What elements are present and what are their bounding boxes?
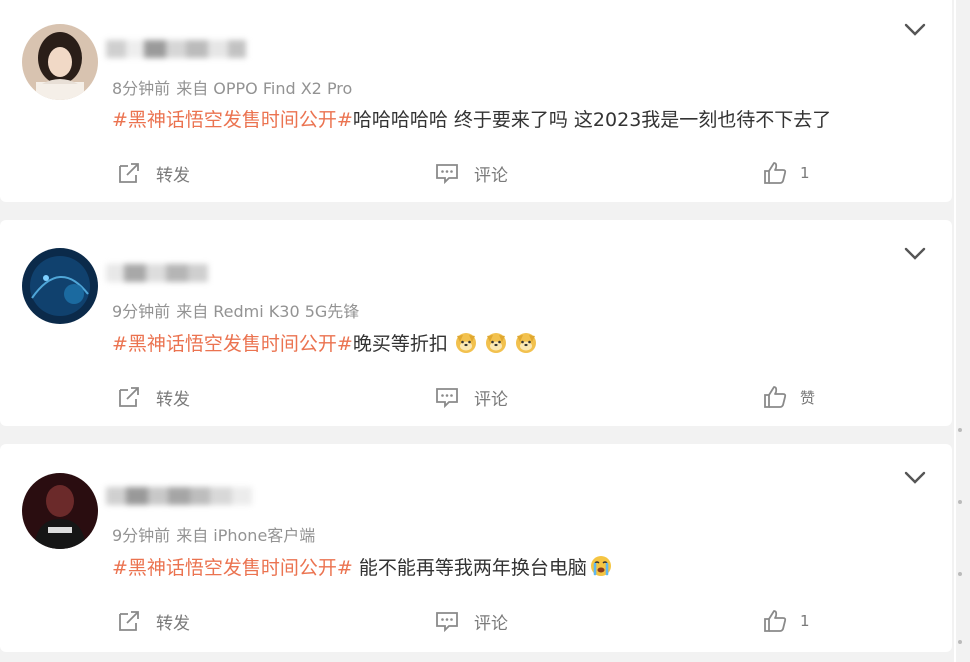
doge-emoji xyxy=(448,333,478,355)
repost-label: 转发 xyxy=(156,165,190,186)
chevron-down-icon[interactable] xyxy=(904,470,926,484)
username-redacted[interactable] xyxy=(106,485,252,507)
post-card: 转发 评论 1 xyxy=(0,0,952,202)
post-card: 转发 评论 1 xyxy=(0,444,952,652)
like-button[interactable]: 1 xyxy=(762,158,810,188)
scrollbar[interactable] xyxy=(954,0,970,662)
topic-link[interactable]: #黑神话悟空发售时间公开# xyxy=(112,109,353,131)
post-actions: 转发 评论 1 xyxy=(0,606,952,636)
thumbs-up-icon xyxy=(764,162,787,184)
post-actions: 转发 评论 赞 xyxy=(0,382,952,412)
scroll-dot xyxy=(958,428,962,432)
like-button[interactable]: 1 xyxy=(762,606,810,636)
post-card: 转发 评论 赞 xyxy=(0,220,952,426)
comment-label: 评论 xyxy=(474,165,508,186)
post-meta: 8分钟前 来自 OPPO Find X2 Pro xyxy=(112,75,352,99)
thumbs-up-icon xyxy=(764,610,787,632)
comment-label: 评论 xyxy=(474,389,508,410)
scroll-dot xyxy=(958,500,962,504)
like-count: 1 xyxy=(800,612,810,630)
scroll-dot xyxy=(958,640,962,644)
like-label: 赞 xyxy=(800,388,816,407)
share-icon xyxy=(119,611,139,631)
post-body: 晚买等折扣 xyxy=(352,333,448,355)
repost-label: 转发 xyxy=(156,389,190,410)
username-redacted[interactable] xyxy=(106,38,246,60)
topic-link[interactable]: #黑神话悟空发售时间公开# xyxy=(112,557,353,579)
post-body: 能不能再等我两年换台电脑 xyxy=(352,557,587,579)
username-redacted[interactable] xyxy=(106,262,208,284)
post-text: #黑神话悟空发售时间公开#哈哈哈哈哈 终于要来了吗 这2023我是一刻也待不下去… xyxy=(112,105,831,132)
like-button[interactable]: 赞 xyxy=(762,382,815,412)
post-actions: 转发 评论 1 xyxy=(0,158,952,188)
thumbs-up-icon xyxy=(764,386,787,408)
repost-button[interactable]: 转发 xyxy=(116,606,190,636)
post-meta: 9分钟前 来自 iPhone客户端 xyxy=(112,522,315,546)
avatar[interactable] xyxy=(22,24,98,100)
doge-emoji xyxy=(508,333,538,355)
avatar[interactable] xyxy=(22,248,98,324)
repost-label: 转发 xyxy=(156,613,190,634)
post-source: 来自 iPhone客户端 xyxy=(176,526,316,545)
post-source: 来自 Redmi K30 5G先锋 xyxy=(176,302,360,321)
chevron-down-icon[interactable] xyxy=(904,246,926,260)
like-count: 1 xyxy=(800,164,810,182)
scrollbar-rail xyxy=(954,0,956,662)
post-text: #黑神话悟空发售时间公开#晚买等折扣 xyxy=(112,329,538,356)
post-meta: 9分钟前 来自 Redmi K30 5G先锋 xyxy=(112,298,359,322)
comment-icon xyxy=(436,612,458,633)
chevron-down-icon[interactable] xyxy=(904,22,926,36)
topic-link[interactable]: #黑神话悟空发售时间公开# xyxy=(112,333,353,355)
comment-icon xyxy=(436,164,458,185)
doge-emoji xyxy=(478,333,508,355)
share-icon xyxy=(119,387,139,407)
repost-button[interactable]: 转发 xyxy=(116,382,190,412)
comment-icon xyxy=(436,388,458,409)
comment-button[interactable]: 评论 xyxy=(434,606,508,636)
post-text: #黑神话悟空发售时间公开# 能不能再等我两年换台电脑 xyxy=(112,553,613,580)
repost-button[interactable]: 转发 xyxy=(116,158,190,188)
post-time[interactable]: 9分钟前 xyxy=(112,526,170,545)
post-time[interactable]: 9分钟前 xyxy=(112,302,170,321)
post-body: 哈哈哈哈哈 终于要来了吗 这2023我是一刻也待不下去了 xyxy=(352,109,832,131)
crying-emoji xyxy=(587,556,613,579)
post-time[interactable]: 8分钟前 xyxy=(112,79,170,98)
comment-button[interactable]: 评论 xyxy=(434,158,508,188)
avatar[interactable] xyxy=(22,473,98,549)
share-icon xyxy=(119,163,139,183)
comment-label: 评论 xyxy=(474,613,508,634)
scroll-dot xyxy=(958,572,962,576)
post-source: 来自 OPPO Find X2 Pro xyxy=(176,79,353,98)
comment-button[interactable]: 评论 xyxy=(434,382,508,412)
